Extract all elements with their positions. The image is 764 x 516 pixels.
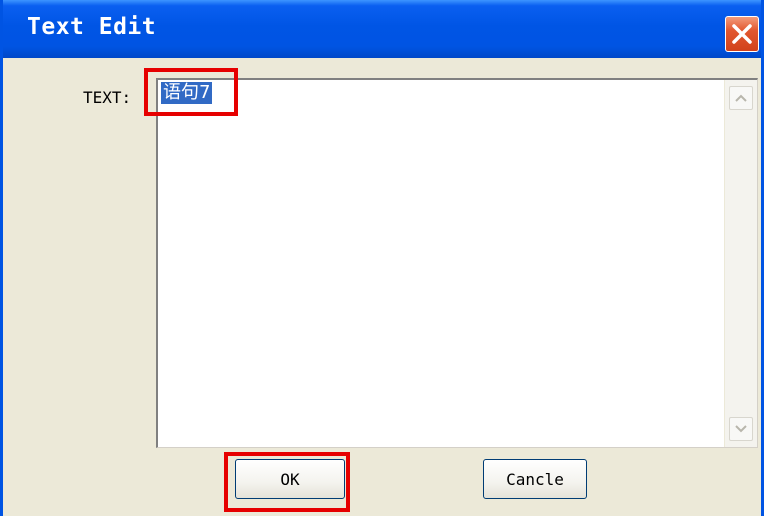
cancel-button[interactable]: Cancle <box>483 459 587 499</box>
text-edit-dialog: Text Edit TEXT: 语句7 OK Cancle <box>0 0 764 516</box>
text-input-area[interactable]: 语句7 <box>156 78 758 448</box>
text-field-label: TEXT: <box>83 88 132 107</box>
window-title: Text Edit <box>27 14 157 40</box>
chevron-down-icon <box>735 425 747 433</box>
close-icon <box>732 24 752 44</box>
scroll-down-button[interactable] <box>729 417 753 441</box>
chevron-up-icon <box>735 94 747 102</box>
vertical-scrollbar[interactable] <box>724 80 757 447</box>
title-bar[interactable]: Text Edit <box>3 0 761 58</box>
close-button[interactable] <box>725 16 759 52</box>
scroll-up-button[interactable] <box>729 86 753 110</box>
ok-button[interactable]: OK <box>235 459 345 499</box>
selected-text-value[interactable]: 语句7 <box>161 82 213 104</box>
